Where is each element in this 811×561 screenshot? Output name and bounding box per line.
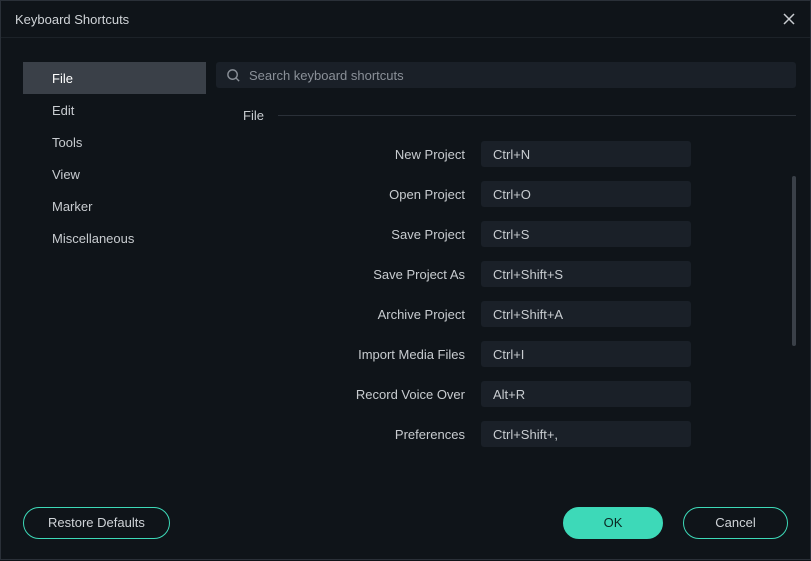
shortcut-row: Import Media Files Ctrl+I xyxy=(216,341,796,367)
shortcut-row: Save Project As Ctrl+Shift+S xyxy=(216,261,796,287)
sidebar-item-file[interactable]: File xyxy=(23,62,206,94)
scrollbar-thumb[interactable] xyxy=(792,176,796,346)
shortcut-row: Archive Project Ctrl+Shift+A xyxy=(216,301,796,327)
footer: Restore Defaults OK Cancel xyxy=(1,484,810,561)
section-divider xyxy=(278,115,796,116)
shortcut-value-text: Ctrl+O xyxy=(493,187,531,202)
section-title: File xyxy=(243,108,264,123)
shortcut-input[interactable]: Ctrl+N xyxy=(481,141,691,167)
shortcut-label: Open Project xyxy=(216,187,481,202)
section-header: File xyxy=(216,108,796,123)
sidebar-item-label: Miscellaneous xyxy=(52,231,134,246)
button-label: Cancel xyxy=(715,515,755,530)
search-input[interactable] xyxy=(249,68,786,83)
window-title: Keyboard Shortcuts xyxy=(15,12,129,27)
shortcut-value-text: Ctrl+Shift+A xyxy=(493,307,563,322)
sidebar-item-edit[interactable]: Edit xyxy=(23,94,206,126)
scrollbar-track[interactable] xyxy=(792,141,796,484)
close-icon xyxy=(783,13,795,25)
shortcut-row: Record Voice Over Alt+R xyxy=(216,381,796,407)
shortcut-label: Save Project As xyxy=(216,267,481,282)
close-button[interactable] xyxy=(778,8,800,30)
shortcut-input[interactable]: Ctrl+Shift+, xyxy=(481,421,691,447)
shortcut-label: Record Voice Over xyxy=(216,387,481,402)
shortcut-value-text: Ctrl+I xyxy=(493,347,524,362)
footer-right: OK Cancel xyxy=(563,507,788,539)
sidebar-item-label: Edit xyxy=(52,103,74,118)
ok-button[interactable]: OK xyxy=(563,507,663,539)
shortcut-row: Save Project Ctrl+S xyxy=(216,221,796,247)
sidebar-item-tools[interactable]: Tools xyxy=(23,126,206,158)
sidebar-item-label: Marker xyxy=(52,199,92,214)
search-icon xyxy=(226,68,241,83)
titlebar: Keyboard Shortcuts xyxy=(1,1,810,38)
button-label: OK xyxy=(604,515,623,530)
shortcut-value-text: Alt+R xyxy=(493,387,525,402)
shortcut-value-text: Ctrl+N xyxy=(493,147,530,162)
main-panel: File New Project Ctrl+N Open Project Ctr… xyxy=(216,62,796,484)
sidebar-item-label: Tools xyxy=(52,135,82,150)
shortcuts-scroll-area: New Project Ctrl+N Open Project Ctrl+O S… xyxy=(216,141,796,484)
button-label: Restore Defaults xyxy=(48,515,145,530)
sidebar-item-miscellaneous[interactable]: Miscellaneous xyxy=(23,222,206,254)
shortcut-label: Preferences xyxy=(216,427,481,442)
search-container[interactable] xyxy=(216,62,796,88)
shortcut-row: Preferences Ctrl+Shift+, xyxy=(216,421,796,447)
shortcut-value-text: Ctrl+Shift+S xyxy=(493,267,563,282)
sidebar-item-label: File xyxy=(52,71,73,86)
shortcut-row: Open Project Ctrl+O xyxy=(216,181,796,207)
shortcut-input[interactable]: Alt+R xyxy=(481,381,691,407)
shortcut-input[interactable]: Ctrl+S xyxy=(481,221,691,247)
shortcut-label: Import Media Files xyxy=(216,347,481,362)
restore-defaults-button[interactable]: Restore Defaults xyxy=(23,507,170,539)
sidebar-item-marker[interactable]: Marker xyxy=(23,190,206,222)
content-area: File Edit Tools View Marker Miscellaneou… xyxy=(1,38,810,484)
shortcut-value-text: Ctrl+S xyxy=(493,227,529,242)
cancel-button[interactable]: Cancel xyxy=(683,507,788,539)
sidebar: File Edit Tools View Marker Miscellaneou… xyxy=(23,62,206,484)
shortcut-row: New Project Ctrl+N xyxy=(216,141,796,167)
shortcut-input[interactable]: Ctrl+I xyxy=(481,341,691,367)
shortcut-input[interactable]: Ctrl+O xyxy=(481,181,691,207)
shortcut-label: Save Project xyxy=(216,227,481,242)
shortcut-label: New Project xyxy=(216,147,481,162)
shortcut-label: Archive Project xyxy=(216,307,481,322)
sidebar-item-label: View xyxy=(52,167,80,182)
shortcut-list: New Project Ctrl+N Open Project Ctrl+O S… xyxy=(216,141,796,447)
sidebar-item-view[interactable]: View xyxy=(23,158,206,190)
shortcut-input[interactable]: Ctrl+Shift+A xyxy=(481,301,691,327)
shortcut-input[interactable]: Ctrl+Shift+S xyxy=(481,261,691,287)
shortcut-value-text: Ctrl+Shift+, xyxy=(493,427,558,442)
